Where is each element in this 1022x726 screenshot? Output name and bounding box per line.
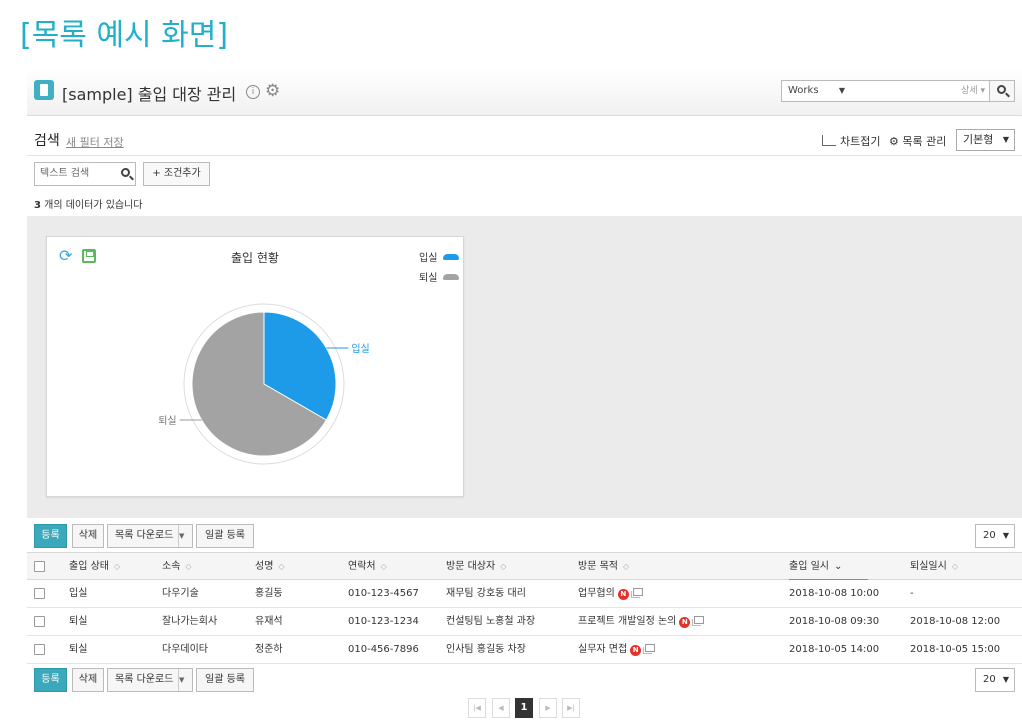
register-button[interactable]: 등록: [34, 524, 67, 548]
global-search-input[interactable]: 상세 ▾: [850, 80, 990, 102]
cell-org: 잘나가는회사: [162, 616, 218, 627]
chevron-down-icon: ▼: [1002, 135, 1009, 144]
cell-exit-time: 2018-10-05 15:00: [910, 644, 1001, 655]
delete-button[interactable]: 삭제: [72, 668, 104, 692]
chevron-down-icon[interactable]: ▼: [178, 669, 192, 691]
cell-status: 입실: [69, 588, 88, 599]
data-table: 출입 상태 ◇ 소속 ◇ 성명 ◇ 연락처 ◇ 방문 대상자 ◇ 방문 목적 ◇ 출입 일시…: [27, 552, 1022, 664]
column-header-purpose[interactable]: 방문 목적 ◇: [578, 553, 629, 579]
select-all-checkbox[interactable]: [34, 561, 45, 572]
chevron-down-icon: ▼: [1002, 531, 1009, 540]
add-condition-button[interactable]: + 조건추가: [143, 162, 210, 186]
cell-name: 정준하: [255, 644, 283, 655]
cell-purpose[interactable]: 실무자 면접 N: [578, 636, 656, 663]
column-header-visit-target[interactable]: 방문 대상자 ◇: [446, 553, 506, 579]
table-row[interactable]: 퇴실 잘나가는회사 유재석 010-123-1234 컨설팅팀 노홍철 과장 프…: [27, 608, 1022, 636]
app-title: [sample] 출입 대장 관리: [62, 85, 237, 104]
cell-visit-target: 인사팀 홍길동 차장: [446, 644, 526, 655]
prev-page-button[interactable]: ◀: [492, 698, 510, 718]
row-checkbox[interactable]: [34, 616, 45, 627]
save-filter-link[interactable]: 새 필터 저장: [66, 134, 124, 150]
cell-name: 홍길동: [255, 588, 283, 599]
row-checkbox[interactable]: [34, 588, 45, 599]
popup-icon[interactable]: [643, 644, 656, 654]
page-size-select[interactable]: 20 ▼: [975, 524, 1015, 548]
cell-visit-target: 재무팀 강호동 대리: [446, 588, 526, 599]
column-header-org[interactable]: 소속 ◇: [162, 553, 192, 579]
new-badge: N: [617, 589, 629, 600]
popup-icon[interactable]: [630, 588, 643, 598]
cell-contact: 010-123-1234: [348, 616, 419, 627]
download-list-button[interactable]: 목록 다운로드 ▼: [107, 524, 193, 548]
search-icon: [121, 168, 130, 177]
result-count: 3 개의 데이터가 있습니다: [34, 200, 143, 211]
pie-slice-exit-label: 퇴실: [158, 415, 176, 427]
document-title: [목록 예시 화면]: [20, 18, 229, 53]
chevron-down-icon[interactable]: ▼: [178, 525, 192, 547]
cell-purpose[interactable]: 업무협의 N: [578, 580, 643, 607]
list-toolbar-top: 등록 삭제 목록 다운로드 ▼ 일괄 등록 20 ▼: [34, 524, 1015, 548]
first-page-button[interactable]: |◀: [468, 698, 486, 718]
new-badge: N: [679, 617, 691, 628]
bulk-register-button[interactable]: 일괄 등록: [196, 524, 254, 548]
chart-collapse-button[interactable]: 차트접기: [822, 133, 880, 149]
last-page-button[interactable]: ▶|: [562, 698, 580, 718]
chart-card: ⟳ 출입 현황 입실 퇴실 입실 퇴실: [46, 236, 464, 497]
table-header: 출입 상태 ◇ 소속 ◇ 성명 ◇ 연락처 ◇ 방문 대상자 ◇ 방문 목적 ◇ 출입 일시…: [27, 552, 1022, 581]
search-scope-value: Works: [788, 85, 819, 96]
download-list-button[interactable]: 목록 다운로드 ▼: [107, 668, 193, 692]
search-section-label: 검색: [34, 133, 60, 149]
detail-search-toggle[interactable]: 상세 ▾: [961, 81, 985, 101]
bulk-register-button[interactable]: 일괄 등록: [196, 668, 254, 692]
text-search-input[interactable]: 텍스트 검색: [34, 162, 136, 186]
chart-area: ⟳ 출입 현황 입실 퇴실 입실 퇴실: [27, 216, 1022, 518]
cell-entry-time: 2018-10-08 09:30: [789, 616, 880, 627]
cell-entry-time: 2018-10-08 10:00: [789, 588, 880, 599]
register-button[interactable]: 등록: [34, 668, 67, 692]
cell-purpose[interactable]: 프로젝트 개발일정 논의 N: [578, 608, 705, 635]
search-icon: [997, 85, 1006, 94]
chart-icon: [822, 135, 836, 146]
page-button-current[interactable]: 1: [515, 698, 533, 718]
filter-bar: 검색 새 필터 저장 차트접기 ⚙ 목록 관리 기본형 ▼: [27, 126, 1022, 156]
app-header: [sample] 출입 대장 관리 i ⚙ Works ▼ 상세 ▾: [27, 68, 1022, 116]
pie-slice-entry-label: 입실: [351, 342, 369, 355]
pie-chart: 입실퇴실: [158, 303, 370, 465]
cell-visit-target: 컨설팅팀 노홍철 과장: [446, 616, 536, 627]
column-header-entry-time[interactable]: 출입 일시 ⌄: [789, 553, 842, 579]
cell-status: 퇴실: [69, 616, 88, 627]
cell-exit-time: 2018-10-08 12:00: [910, 616, 1001, 627]
chevron-down-icon: ▼: [838, 86, 845, 95]
list-manage-button[interactable]: ⚙ 목록 관리: [889, 133, 946, 149]
list-toolbar-bottom: 등록 삭제 목록 다운로드 ▼ 일괄 등록 20 ▼: [34, 668, 1015, 692]
cell-entry-time: 2018-10-05 14:00: [789, 644, 880, 655]
table-row[interactable]: 입실 다우기술 홍길동 010-123-4567 재무팀 강호동 대리 업무협의…: [27, 580, 1022, 608]
cell-contact: 010-123-4567: [348, 588, 419, 599]
info-icon[interactable]: i: [246, 85, 260, 99]
cell-status: 퇴실: [69, 644, 88, 655]
column-header-exit-time[interactable]: 퇴실일시 ◇: [910, 553, 958, 579]
delete-button[interactable]: 삭제: [72, 524, 104, 548]
page-size-select[interactable]: 20 ▼: [975, 668, 1015, 692]
cell-org: 다우기술: [162, 588, 199, 599]
chevron-down-icon: ▼: [1002, 675, 1009, 684]
search-scope-select[interactable]: Works ▼: [781, 80, 851, 102]
next-page-button[interactable]: ▶: [539, 698, 557, 718]
view-type-select[interactable]: 기본형 ▼: [956, 129, 1015, 151]
popup-icon[interactable]: [692, 616, 705, 626]
gear-icon[interactable]: ⚙: [265, 82, 280, 100]
column-header-name[interactable]: 성명 ◇: [255, 553, 285, 579]
column-header-status[interactable]: 출입 상태 ◇: [69, 553, 120, 579]
row-checkbox[interactable]: [34, 644, 45, 655]
cell-name: 유재석: [255, 616, 283, 627]
column-header-contact[interactable]: 연락처 ◇: [348, 553, 387, 579]
table-row[interactable]: 퇴실 다우데이타 정준하 010-456-7896 인사팀 홍길동 차장 실무자…: [27, 636, 1022, 664]
cell-contact: 010-456-7896: [348, 644, 419, 655]
app-book-icon: [34, 80, 54, 100]
cell-org: 다우데이타: [162, 644, 208, 655]
app-window: [sample] 출입 대장 관리 i ⚙ Works ▼ 상세 ▾ 검색 새 …: [27, 68, 1022, 726]
new-badge: N: [630, 645, 642, 656]
global-search-button[interactable]: [989, 80, 1015, 102]
cell-exit-time: -: [910, 588, 914, 599]
